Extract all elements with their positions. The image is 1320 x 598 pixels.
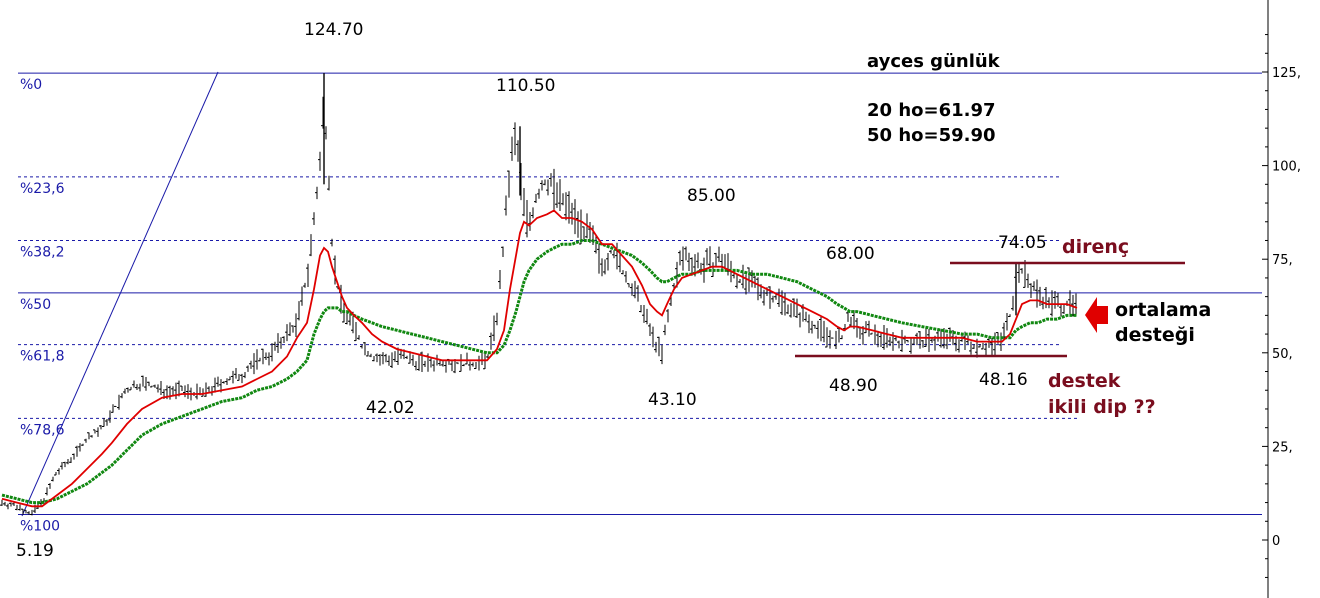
fib-label: %78,6	[20, 422, 65, 438]
trough-label-2: 43.10	[648, 390, 697, 410]
trough-label-1: 42.02	[366, 398, 415, 418]
fib-label: %50	[20, 297, 51, 313]
y-tick-label: 75,	[1272, 253, 1293, 268]
peak-label-4: 68.00	[826, 244, 875, 264]
support-annotation-2: ikili dip ??	[1048, 396, 1156, 418]
y-tick-label: 25,	[1272, 440, 1293, 455]
y-tick-label: 50,	[1272, 347, 1293, 362]
peak-label-3: 85.00	[687, 186, 736, 206]
support-annotation-1: destek	[1048, 370, 1121, 392]
fib-label: %0	[20, 77, 42, 93]
ma-support-annotation-1: ortalama	[1115, 299, 1211, 321]
peak-label-2: 110.50	[496, 76, 555, 96]
fib-label: %38,2	[20, 244, 64, 260]
fib-label: %61,8	[20, 349, 64, 365]
fib-label: %100	[20, 519, 60, 535]
y-tick-label: 100,	[1272, 160, 1301, 175]
peak-label-5: 74.05	[998, 233, 1047, 253]
trough-label-3: 48.90	[829, 376, 878, 396]
trough-label-4: 48.16	[979, 370, 1028, 390]
y-tick-label: 125,	[1272, 66, 1301, 81]
ma20-value: 20 ho=61.97	[867, 100, 996, 121]
y-tick-label: 0	[1272, 534, 1280, 549]
low-label: 5.19	[16, 541, 54, 561]
ma-support-annotation-2: desteği	[1115, 324, 1195, 346]
resistance-annotation: direnç	[1062, 236, 1129, 258]
price-chart: 0 25, 50, 75, 100, 125, %0 %23,6 %38,2 %50 %61,8%…	[0, 0, 1320, 598]
fib-label: %23,6	[20, 181, 65, 197]
ma50-value: 50 ho=59.90	[867, 125, 996, 146]
chart-title: ayces günlük	[867, 51, 1001, 72]
peak-label-1: 124.70	[304, 20, 363, 40]
